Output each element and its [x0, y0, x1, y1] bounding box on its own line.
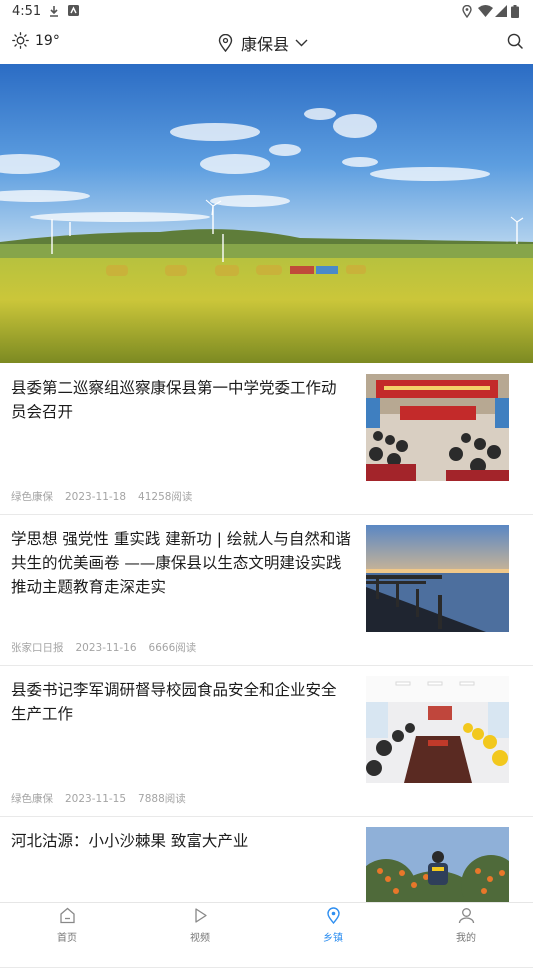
location-icon: [462, 5, 472, 18]
top-bar: 19° 康保县: [0, 24, 533, 64]
news-reads: 6666阅读: [148, 642, 197, 654]
news-date: 2023-11-16: [75, 642, 137, 654]
nav-label: 首页: [57, 933, 77, 944]
news-title: 河北沽源：小小沙棘果 致富大产业: [11, 832, 249, 850]
news-thumbnail: [366, 374, 509, 481]
nav-item-township[interactable]: 乡镇: [293, 907, 373, 944]
news-source: 绿色康保: [11, 793, 53, 805]
news-date: 2023-11-15: [65, 793, 127, 805]
nav-label: 视频: [190, 933, 210, 944]
chevron-down-icon: [295, 39, 308, 47]
meeting-hall-image: [366, 374, 509, 481]
search-icon: [507, 33, 523, 49]
news-title: 县委书记李军调研督导校园食品安全和企业安全生产工作: [11, 681, 337, 723]
news-item[interactable]: 学思想 强党性 重实践 建新功 | 绘就人与自然和谐共生的优美画卷 ——康保县以…: [0, 515, 533, 666]
nav-item-video[interactable]: 视频: [160, 907, 240, 944]
weather-widget[interactable]: 19°: [12, 32, 60, 49]
nav-label: 乡镇: [323, 933, 343, 944]
temperature-label: 19°: [35, 32, 60, 49]
news-source: 张家口日报: [11, 642, 64, 654]
conference-room-image: [366, 676, 509, 783]
news-meta: 绿色康保 2023-11-18 41258阅读: [11, 489, 204, 504]
lake-pier-image: [366, 525, 509, 632]
news-date: 2023-11-18: [65, 491, 127, 503]
battery-icon: [511, 5, 519, 18]
nav-item-mine[interactable]: 我的: [426, 907, 506, 944]
news-thumbnail: [366, 676, 509, 783]
news-reads: 41258阅读: [138, 491, 193, 503]
signal-icon: [495, 5, 507, 17]
user-icon: [458, 908, 474, 924]
news-title: 县委第二巡察组巡察康保县第一中学党委工作动员会召开: [11, 379, 337, 421]
location-pin-icon: [326, 907, 340, 925]
status-bar: 4:51: [0, 0, 533, 24]
news-meta: 绿色康保 2023-11-15 7888阅读: [11, 791, 198, 806]
wifi-icon: [478, 5, 493, 17]
news-item[interactable]: 县委第二巡察组巡察康保县第一中学党委工作动员会召开 绿色康保 2023-11-18…: [0, 364, 533, 515]
news-reads: 7888阅读: [138, 793, 186, 805]
notification-app-icon: [68, 5, 79, 16]
sun-icon: [12, 32, 29, 49]
news-thumbnail: [366, 525, 509, 632]
bottom-nav: 首页 视频 乡镇 我的: [0, 902, 533, 948]
news-title: 学思想 强党性 重实践 建新功 | 绘就人与自然和谐共生的优美画卷 ——康保县以…: [11, 530, 351, 596]
news-meta: 张家口日报 2023-11-16 6666阅读: [11, 640, 208, 655]
news-source: 绿色康保: [11, 491, 53, 503]
nav-item-home[interactable]: 首页: [27, 907, 107, 944]
grassland-landscape-image: [0, 64, 533, 363]
news-item[interactable]: 县委书记李军调研督导校园食品安全和企业安全生产工作 绿色康保 2023-11-15…: [0, 666, 533, 817]
location-name: 康保县: [241, 35, 290, 54]
download-icon: [50, 6, 58, 17]
location-selector[interactable]: 康保县: [218, 31, 308, 55]
location-pin-icon: [218, 34, 233, 52]
nav-label: 我的: [456, 933, 476, 944]
home-icon: [59, 907, 75, 924]
play-icon: [194, 908, 207, 923]
hero-banner[interactable]: [0, 64, 533, 363]
status-time: 4:51: [12, 4, 42, 19]
search-button[interactable]: [507, 33, 523, 53]
